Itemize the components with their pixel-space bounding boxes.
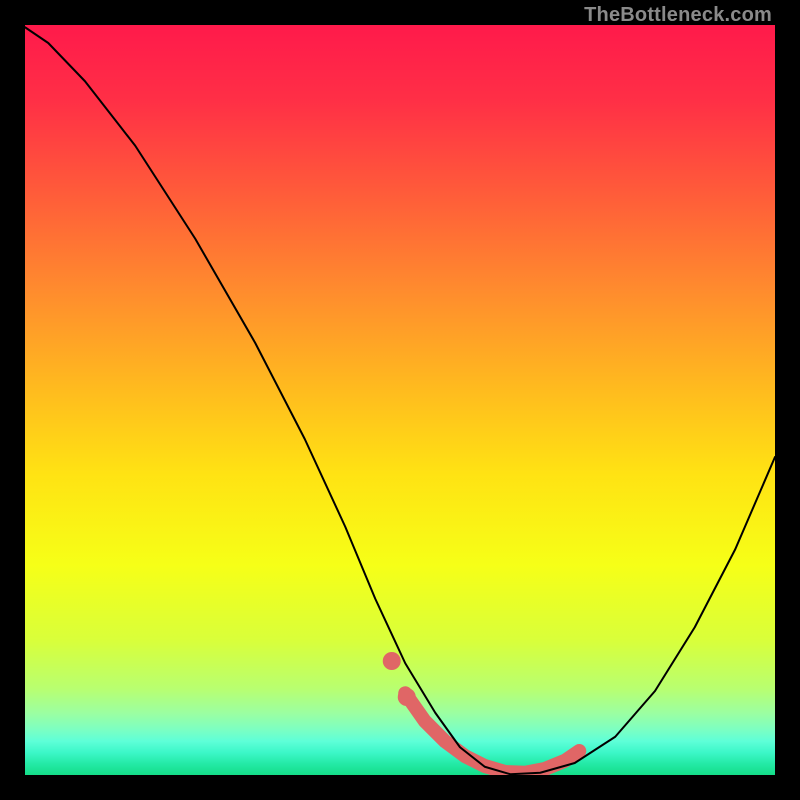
plot-area — [25, 25, 775, 775]
watermark-text: TheBottleneck.com — [584, 4, 772, 27]
chart-frame: TheBottleneck.com — [0, 0, 800, 800]
highlight-dots — [383, 652, 416, 706]
curve-layer — [25, 25, 775, 775]
